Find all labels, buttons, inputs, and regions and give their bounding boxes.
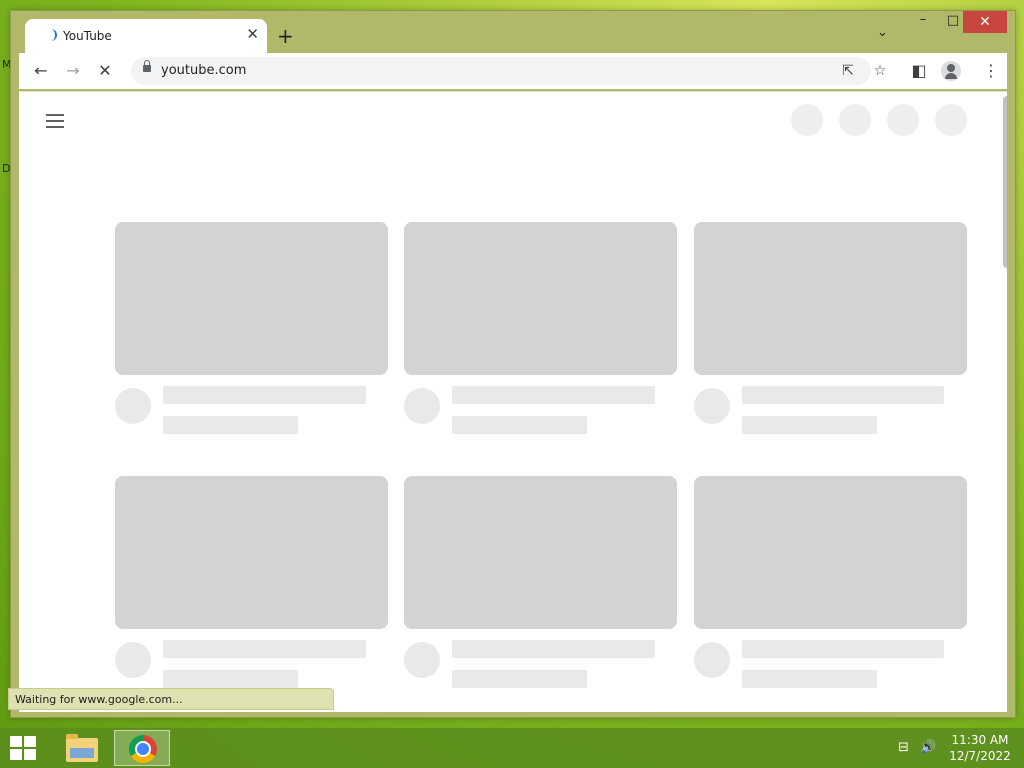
status-bubble: Waiting for www.google.com...	[8, 688, 334, 710]
chrome-icon	[129, 735, 157, 763]
meta-line-placeholder	[452, 416, 587, 434]
meta-line-placeholder	[163, 416, 298, 434]
title-bar: YouTube ✕ + ⌄ – □ ✕	[11, 11, 1015, 53]
title-line-placeholder	[163, 386, 366, 404]
lock-icon[interactable]	[143, 60, 151, 72]
channel-avatar-placeholder	[404, 388, 440, 424]
hamburger-menu-icon[interactable]	[46, 114, 64, 128]
share-icon[interactable]: ⇱	[837, 60, 859, 82]
page-content	[19, 91, 1007, 712]
taskbar-file-explorer[interactable]	[54, 730, 110, 766]
stop-loading-button[interactable]: ✕	[93, 59, 117, 83]
network-icon[interactable]: ⊟	[898, 740, 909, 755]
profile-avatar-icon[interactable]	[941, 61, 961, 81]
side-panel-icon[interactable]: ◧	[907, 59, 931, 83]
tab-youtube[interactable]: YouTube ✕	[25, 19, 267, 53]
title-line-placeholder	[742, 386, 944, 404]
browser-window: YouTube ✕ + ⌄ – □ ✕ ← → ✕ youtube.com ⇱ …	[10, 10, 1016, 718]
page-scrollbar[interactable]	[1003, 96, 1007, 268]
video-thumbnail-placeholder	[694, 476, 967, 629]
bookmark-star-icon[interactable]: ☆	[869, 60, 891, 82]
header-placeholder	[791, 104, 823, 136]
tab-close-icon[interactable]: ✕	[246, 25, 259, 43]
clock-time: 11:30 AM	[951, 733, 1009, 747]
folder-icon	[66, 734, 98, 762]
tab-title: YouTube	[63, 29, 112, 43]
tab-search-chevron-icon[interactable]: ⌄	[877, 25, 888, 40]
taskbar-chrome[interactable]	[114, 730, 170, 766]
channel-avatar-placeholder	[694, 642, 730, 678]
meta-line-placeholder	[163, 670, 298, 688]
address-bar[interactable]: youtube.com ⇱ ☆	[131, 57, 886, 85]
new-tab-button[interactable]: +	[277, 25, 294, 47]
clock-date: 12/7/2022	[949, 749, 1011, 763]
header-placeholder	[935, 104, 967, 136]
meta-line-placeholder	[742, 670, 877, 688]
video-thumbnail-placeholder	[694, 222, 967, 375]
title-line-placeholder	[742, 640, 944, 658]
loading-spinner-icon	[45, 29, 57, 41]
channel-avatar-placeholder	[694, 388, 730, 424]
browser-toolbar: ← → ✕ youtube.com ⇱ ☆ ◧ ⋮	[19, 53, 1007, 89]
video-thumbnail-placeholder	[115, 222, 388, 375]
channel-avatar-placeholder	[404, 642, 440, 678]
title-line-placeholder	[163, 640, 366, 658]
taskbar-clock[interactable]: 11:30 AM 12/7/2022	[944, 732, 1016, 764]
title-line-placeholder	[452, 386, 655, 404]
close-window-button[interactable]: ✕	[963, 11, 1007, 33]
channel-avatar-placeholder	[115, 642, 151, 678]
video-thumbnail-placeholder	[404, 476, 677, 629]
volume-icon[interactable]: 🔊	[920, 740, 936, 755]
minimize-button[interactable]: –	[909, 11, 937, 33]
meta-line-placeholder	[452, 670, 587, 688]
forward-button[interactable]: →	[61, 59, 85, 83]
meta-line-placeholder	[742, 416, 877, 434]
start-button[interactable]	[10, 736, 38, 762]
url-text[interactable]: youtube.com	[161, 63, 246, 78]
title-line-placeholder	[452, 640, 655, 658]
browser-menu-icon[interactable]: ⋮	[979, 59, 1003, 83]
video-thumbnail-placeholder	[115, 476, 388, 629]
channel-avatar-placeholder	[115, 388, 151, 424]
back-button[interactable]: ←	[29, 59, 53, 83]
header-placeholder	[887, 104, 919, 136]
header-placeholder	[839, 104, 871, 136]
video-thumbnail-placeholder	[404, 222, 677, 375]
taskbar: ⊟ 🔊 11:30 AM 12/7/2022	[0, 728, 1024, 768]
